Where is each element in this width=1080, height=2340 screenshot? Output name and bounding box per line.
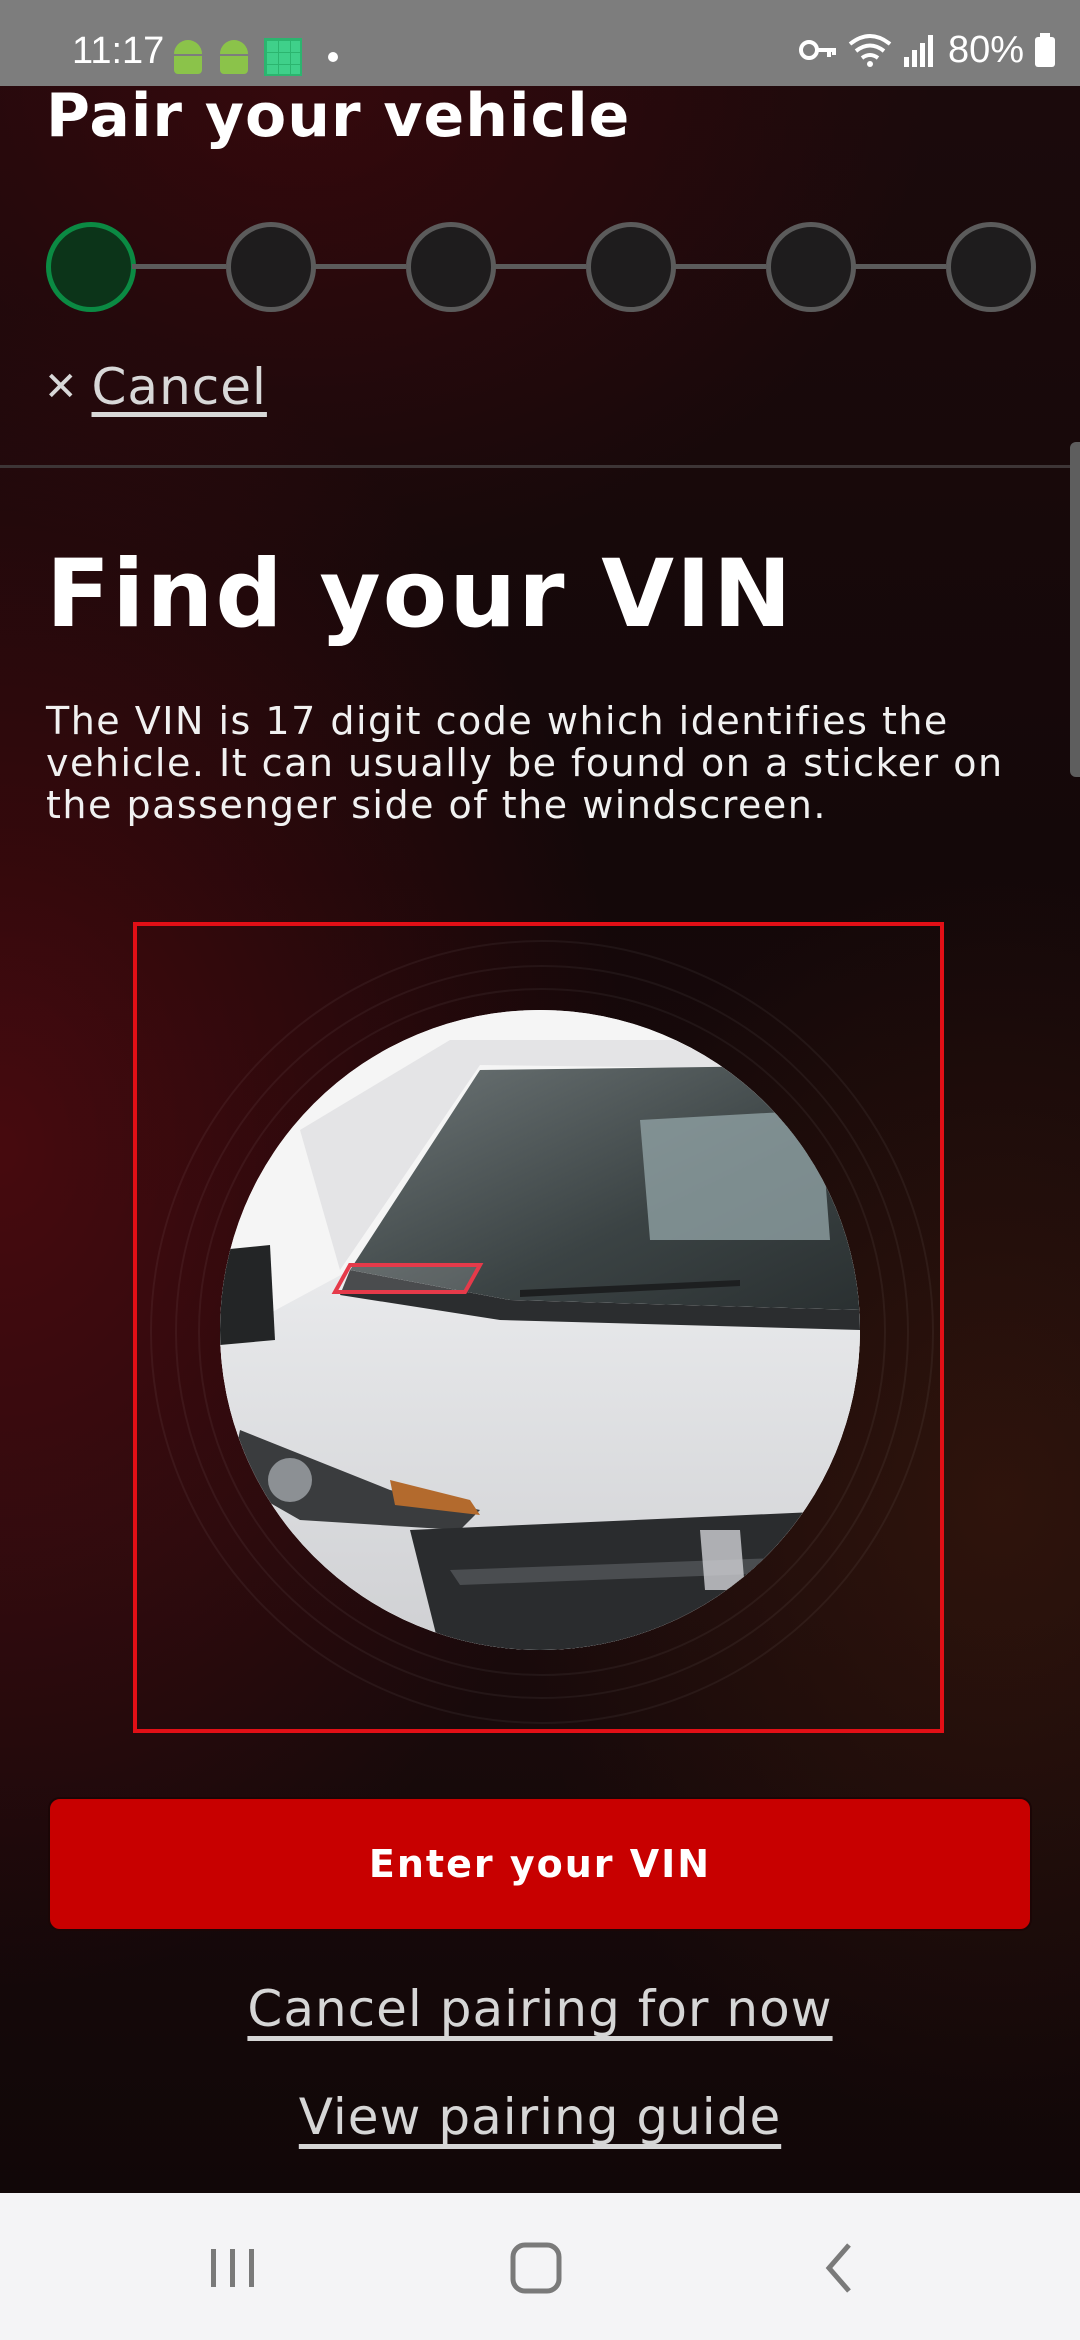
enter-vin-button[interactable]: Enter your VIN bbox=[48, 1797, 1032, 1931]
car-windscreen-vin-illustration bbox=[220, 1010, 860, 1650]
page-description: The VIN is 17 digit code which identifie… bbox=[46, 699, 1004, 827]
header-title: Pair your vehicle bbox=[46, 81, 631, 151]
recents-icon[interactable] bbox=[205, 2233, 261, 2303]
grid-icon bbox=[264, 38, 302, 76]
battery-percentage: 80% bbox=[947, 28, 1024, 71]
status-right-group: 80% bbox=[798, 28, 1056, 71]
step-connector bbox=[132, 264, 226, 269]
step-3-indicator bbox=[406, 222, 496, 312]
home-icon[interactable] bbox=[505, 2233, 575, 2303]
signal-icon bbox=[903, 35, 933, 67]
key-icon bbox=[798, 40, 836, 60]
step-4-indicator bbox=[586, 222, 676, 312]
cancel-label: Cancel bbox=[91, 358, 267, 416]
dot-icon bbox=[328, 52, 338, 62]
status-bar: 11:17 80% bbox=[0, 0, 1080, 86]
app-screen: Pair your vehicle ✕ Cancel Find your VIN… bbox=[0, 0, 1080, 2193]
step-5-indicator bbox=[766, 222, 856, 312]
header-divider bbox=[0, 465, 1080, 468]
progress-stepper bbox=[46, 222, 1036, 312]
android-icon bbox=[172, 40, 204, 74]
scrollbar-thumb[interactable] bbox=[1070, 442, 1080, 777]
car-illustration-svg bbox=[220, 1010, 860, 1650]
wifi-icon bbox=[848, 34, 892, 67]
close-icon: ✕ bbox=[44, 364, 78, 410]
step-connector bbox=[312, 264, 406, 269]
system-navigation-bar bbox=[0, 2193, 1080, 2340]
step-connector bbox=[672, 264, 766, 269]
view-pairing-guide-link[interactable]: View pairing guide bbox=[0, 2088, 1080, 2146]
status-time: 11:17 bbox=[72, 30, 165, 72]
back-icon[interactable] bbox=[815, 2233, 865, 2303]
battery-icon bbox=[1035, 33, 1055, 67]
cancel-pairing-link[interactable]: Cancel pairing for now bbox=[0, 1980, 1080, 2038]
page-title: Find your VIN bbox=[46, 540, 794, 649]
step-connector bbox=[492, 264, 586, 269]
cancel-button[interactable]: ✕ Cancel bbox=[44, 358, 267, 416]
android-icon bbox=[218, 40, 250, 74]
step-connector bbox=[852, 264, 946, 269]
step-1-indicator bbox=[46, 222, 136, 312]
step-2-indicator bbox=[226, 222, 316, 312]
step-6-indicator bbox=[946, 222, 1036, 312]
